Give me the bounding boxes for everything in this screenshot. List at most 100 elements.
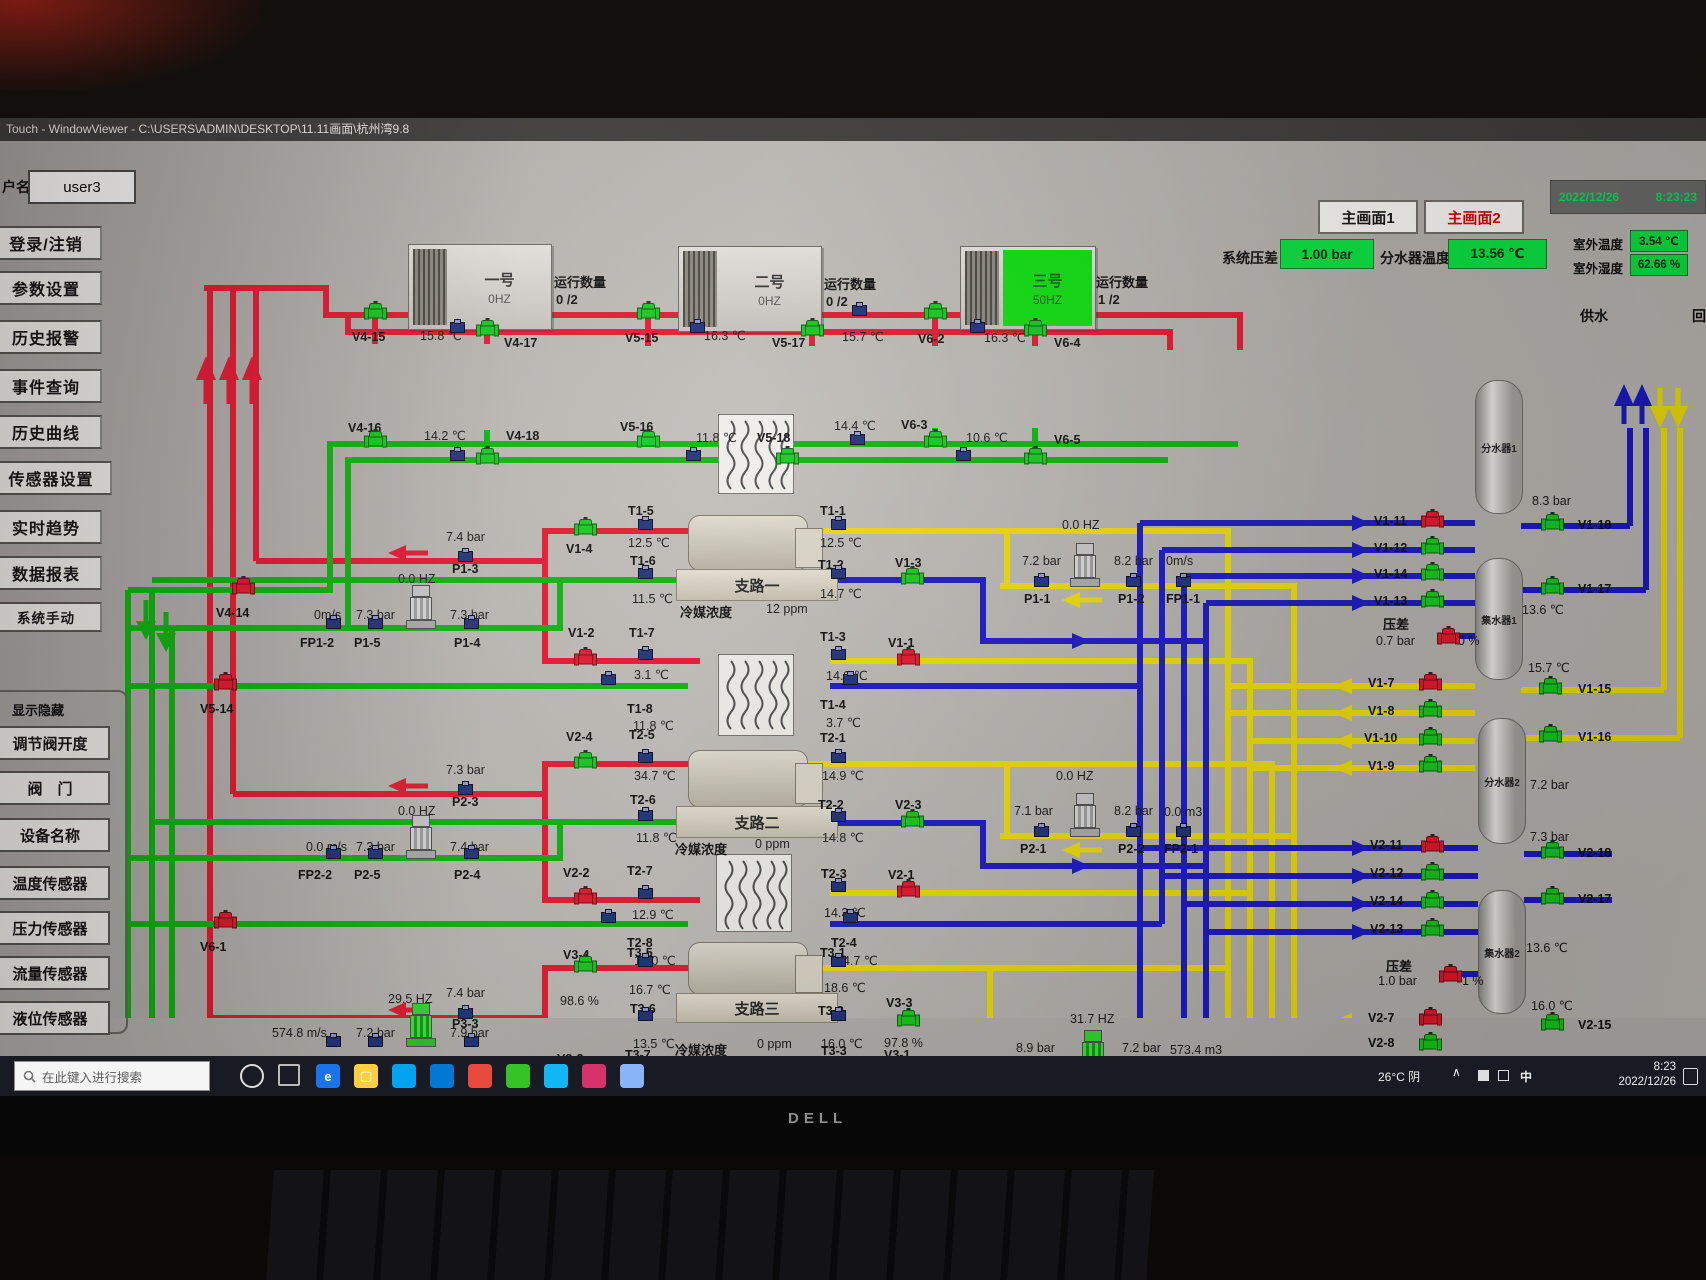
panel-button-valve-opening[interactable]: 调节阀开度: [0, 726, 110, 760]
valve-v1-3[interactable]: [901, 566, 924, 587]
music-icon[interactable]: [582, 1064, 606, 1088]
valve-v1-11[interactable]: [1421, 509, 1444, 530]
store-icon[interactable]: [392, 1064, 416, 1088]
valve-v5-15[interactable]: [637, 301, 660, 322]
valve-v6-2[interactable]: [924, 301, 947, 322]
notification-center-icon[interactable]: [1683, 1068, 1698, 1085]
sidebar-button-history[interactable]: 历史曲线: [0, 415, 102, 449]
valve-v2-7[interactable]: [1419, 1007, 1442, 1028]
sidebar-button-sensors[interactable]: 传感器设置: [0, 461, 112, 495]
valve-v6-4[interactable]: [1024, 318, 1047, 339]
valve-v2-13[interactable]: [1421, 918, 1444, 939]
pump-pump2r[interactable]: [1070, 793, 1100, 837]
panel-button-press-sensors[interactable]: 压力传感器: [0, 911, 110, 945]
panel-button-temp-sensors[interactable]: 温度传感器: [0, 866, 110, 900]
sidebar-button-alarm[interactable]: 历史报警: [0, 320, 102, 354]
chiller-branch-1[interactable]: 支路一: [676, 569, 838, 601]
temp-value-t1-2: 14.7 ℃: [820, 586, 862, 601]
valve-v5-14[interactable]: [214, 672, 237, 693]
sidebar-button-events[interactable]: 事件查询: [0, 369, 102, 403]
volume-icon[interactable]: [1498, 1070, 1509, 1081]
pf-sensor-icon-p2-2: [1126, 826, 1141, 837]
file-explorer-icon[interactable]: ▢: [354, 1064, 378, 1088]
sidebar-button-manual[interactable]: 系统手动: [0, 602, 102, 632]
main-screen-1-button[interactable]: 主画面1: [1318, 200, 1418, 234]
valve-v1-12[interactable]: [1421, 536, 1444, 557]
valve-v1-2[interactable]: [574, 647, 597, 668]
valve-v6-1[interactable]: [214, 910, 237, 931]
valve-v2-15[interactable]: [1541, 1012, 1564, 1033]
pf-sensor-icon-fp1-1: [1176, 576, 1191, 587]
cortana-icon[interactable]: [240, 1064, 264, 1088]
valve-v1-7[interactable]: [1419, 672, 1442, 693]
valve-v1-1[interactable]: [897, 647, 920, 668]
valve-v2-8[interactable]: [1419, 1032, 1442, 1053]
valve-v3-4[interactable]: [574, 954, 597, 975]
valve-v4-18[interactable]: [476, 446, 499, 467]
sidebar-button-report[interactable]: 数据报表: [0, 556, 102, 590]
photos-icon[interactable]: [468, 1064, 492, 1088]
valve-v4-17[interactable]: [476, 318, 499, 339]
valve-v2-2[interactable]: [574, 886, 597, 907]
taskbar-search-box[interactable]: 在此键入进行搜索: [14, 1061, 210, 1091]
panel-button-valves[interactable]: 阀 门: [0, 771, 110, 805]
valve-v1-14[interactable]: [1421, 562, 1444, 583]
valve-v2-4[interactable]: [574, 750, 597, 771]
pump-pump3l[interactable]: [406, 1003, 436, 1047]
valve-v4-15[interactable]: [364, 301, 387, 322]
valve-v2-18[interactable]: [1541, 840, 1564, 861]
settings-icon[interactable]: [620, 1064, 644, 1088]
pump-frequency-pump2r: 0.0 HZ: [1056, 769, 1094, 783]
valve-dv1[interactable]: [1437, 626, 1460, 647]
valve-v4-16[interactable]: [364, 429, 387, 450]
valve-v1-16[interactable]: [1539, 724, 1562, 745]
valve-v6-3[interactable]: [924, 429, 947, 450]
valve-v2-14[interactable]: [1421, 890, 1444, 911]
valve-v1-9[interactable]: [1419, 754, 1442, 775]
valve-dv2[interactable]: [1439, 964, 1462, 985]
pump-pump1r[interactable]: [1070, 543, 1100, 587]
valve-v1-4[interactable]: [574, 517, 597, 538]
valve-v2-3[interactable]: [901, 809, 924, 830]
qq-icon[interactable]: [544, 1064, 568, 1088]
valve-v4-14[interactable]: [232, 576, 255, 597]
main-screen-2-button[interactable]: 主画面2: [1424, 200, 1524, 234]
valve-v2-12[interactable]: [1421, 862, 1444, 883]
wechat-icon[interactable]: [506, 1064, 530, 1088]
mail-icon[interactable]: [430, 1064, 454, 1088]
taskbar-clock[interactable]: 8:23 2022/12/26: [1590, 1060, 1676, 1090]
valve-v5-16[interactable]: [637, 429, 660, 450]
valve-v1-18[interactable]: [1541, 512, 1564, 533]
valve-v5-17[interactable]: [801, 318, 824, 339]
valve-v1-10[interactable]: [1419, 727, 1442, 748]
sidebar-button-login[interactable]: 登录/注销: [0, 226, 102, 260]
valve-v1-13[interactable]: [1421, 589, 1444, 610]
ime-indicator[interactable]: 中: [1520, 1068, 1532, 1085]
task-view-icon[interactable]: [278, 1064, 300, 1086]
ahu-3-run-count: 1 /2: [1098, 292, 1120, 307]
valve-v1-8[interactable]: [1419, 699, 1442, 720]
edge-icon[interactable]: e: [316, 1064, 340, 1088]
network-icon[interactable]: [1478, 1070, 1489, 1081]
weather-indicator[interactable]: 26°C 阴: [1378, 1068, 1420, 1085]
tray-caret-icon[interactable]: ∧: [1452, 1065, 1461, 1079]
pump-pump2l[interactable]: [406, 815, 436, 859]
valve-v5-18[interactable]: [776, 446, 799, 467]
username-field[interactable]: user3: [28, 170, 136, 204]
valve-v2-11[interactable]: [1421, 834, 1444, 855]
chiller-branch-2[interactable]: 支路二: [676, 806, 838, 838]
pump-pump1l[interactable]: [406, 585, 436, 629]
valve-v1-15[interactable]: [1539, 676, 1562, 697]
sidebar-button-trend[interactable]: 实时趋势: [0, 510, 102, 544]
window-titlebar[interactable]: Touch - WindowViewer - C:\USERS\ADMIN\DE…: [0, 118, 1706, 141]
panel-button-flow-sensors[interactable]: 流量传感器: [0, 956, 110, 990]
valve-v3-3[interactable]: [897, 1008, 920, 1029]
valve-v1-17[interactable]: [1541, 576, 1564, 597]
panel-button-device-names[interactable]: 设备名称: [0, 818, 110, 852]
valve-v6-5[interactable]: [1024, 446, 1047, 467]
valve-v2-17[interactable]: [1541, 886, 1564, 907]
panel-button-level-sensors[interactable]: 液位传感器: [0, 1001, 110, 1035]
sidebar-button-params[interactable]: 参数设置: [0, 271, 102, 305]
valve-v2-1[interactable]: [897, 879, 920, 900]
chiller-branch-3[interactable]: 支路三: [676, 993, 838, 1023]
